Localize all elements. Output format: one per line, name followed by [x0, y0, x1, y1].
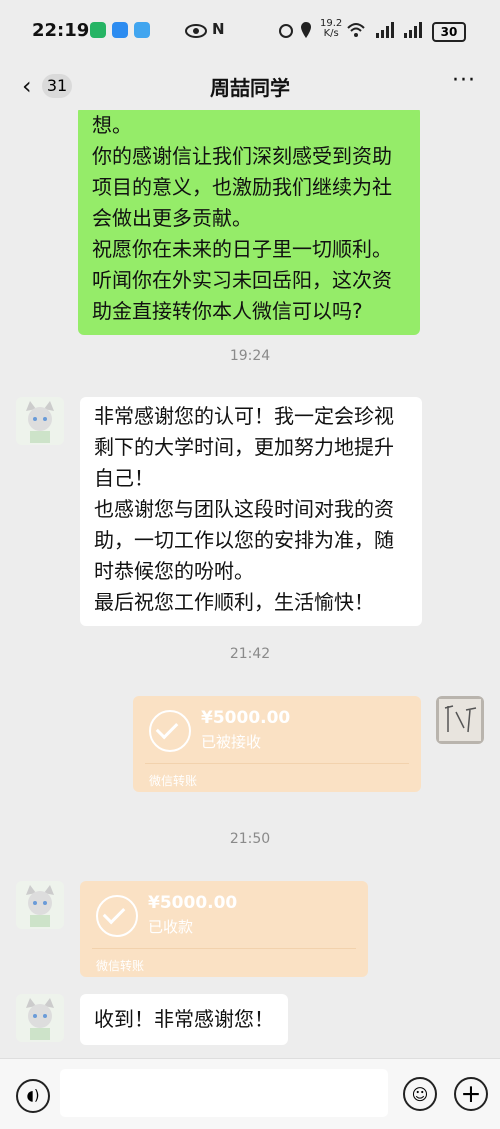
- timestamp: 21:50: [229, 831, 271, 847]
- status-bar: 22:19 N 19.2 K/s 30: [0, 0, 500, 60]
- check-icon: [96, 895, 138, 937]
- app-notification-icon: [134, 22, 150, 38]
- avatar-image: [16, 397, 64, 445]
- timestamp: 21:42: [229, 646, 271, 662]
- transfer-card[interactable]: ¥5000.00 已收款 微信转账: [80, 881, 368, 977]
- transfer-label: 微信转账: [149, 774, 198, 788]
- avatar[interactable]: [436, 696, 484, 744]
- avatar-image: [16, 994, 64, 1042]
- transfer-amount: ¥5000.00: [201, 708, 291, 728]
- alarm-icon: [279, 24, 293, 38]
- more-icon[interactable]: ···: [452, 68, 476, 93]
- received-message[interactable]: 收到！非常感谢您！: [80, 994, 288, 1045]
- net-speed-unit: K/s: [323, 28, 339, 39]
- chat-area[interactable]: 想。 你的感谢信让我们深刻感受到资助 项目的意义，也激励我们继续为社 会做出更多…: [0, 110, 500, 1058]
- wifi-icon: [347, 23, 365, 37]
- chat-title: 周喆同学: [210, 76, 290, 100]
- avatar-image: [436, 696, 484, 744]
- eye-icon: [185, 24, 207, 38]
- voice-icon[interactable]: ◖): [16, 1079, 50, 1113]
- avatar[interactable]: [16, 881, 64, 929]
- transfer-amount: ¥5000.00: [148, 893, 238, 913]
- received-message[interactable]: 非常感谢您的认可！我一定会珍视 剩下的大学时间，更加努力地提升 自己！ 也感谢您…: [80, 397, 422, 626]
- transfer-status: 已被接收: [201, 733, 262, 751]
- battery-indicator: 30: [432, 22, 466, 42]
- net-speed: 19.2 K/s: [320, 19, 342, 39]
- avatar-image: [16, 881, 64, 929]
- app-notification-icon: [90, 22, 106, 38]
- divider: [145, 763, 409, 764]
- nav-bar: ‹ 31 周喆同学 ···: [0, 60, 500, 110]
- transfer-label: 微信转账: [96, 959, 145, 973]
- signal-icon: [404, 22, 422, 38]
- message-input[interactable]: [60, 1069, 388, 1117]
- sent-message[interactable]: 想。 你的感谢信让我们深刻感受到资助 项目的意义，也激励我们继续为社 会做出更多…: [78, 110, 420, 335]
- transfer-status: 已收款: [148, 918, 194, 936]
- app-notification-icon: [112, 22, 128, 38]
- input-bar: ◖) ☺ +: [0, 1058, 500, 1129]
- check-icon: [149, 710, 191, 752]
- signal-icon: [376, 22, 394, 38]
- timestamp: 19:24: [229, 348, 271, 364]
- avatar[interactable]: [16, 994, 64, 1042]
- divider: [92, 948, 356, 949]
- nfc-icon: N: [212, 20, 225, 38]
- location-icon: [301, 22, 311, 38]
- avatar[interactable]: [16, 397, 64, 445]
- plus-icon[interactable]: +: [454, 1077, 488, 1111]
- status-time: 22:19: [32, 20, 90, 41]
- emoji-icon[interactable]: ☺: [403, 1077, 437, 1111]
- transfer-card[interactable]: ¥5000.00 已被接收 微信转账: [133, 696, 421, 792]
